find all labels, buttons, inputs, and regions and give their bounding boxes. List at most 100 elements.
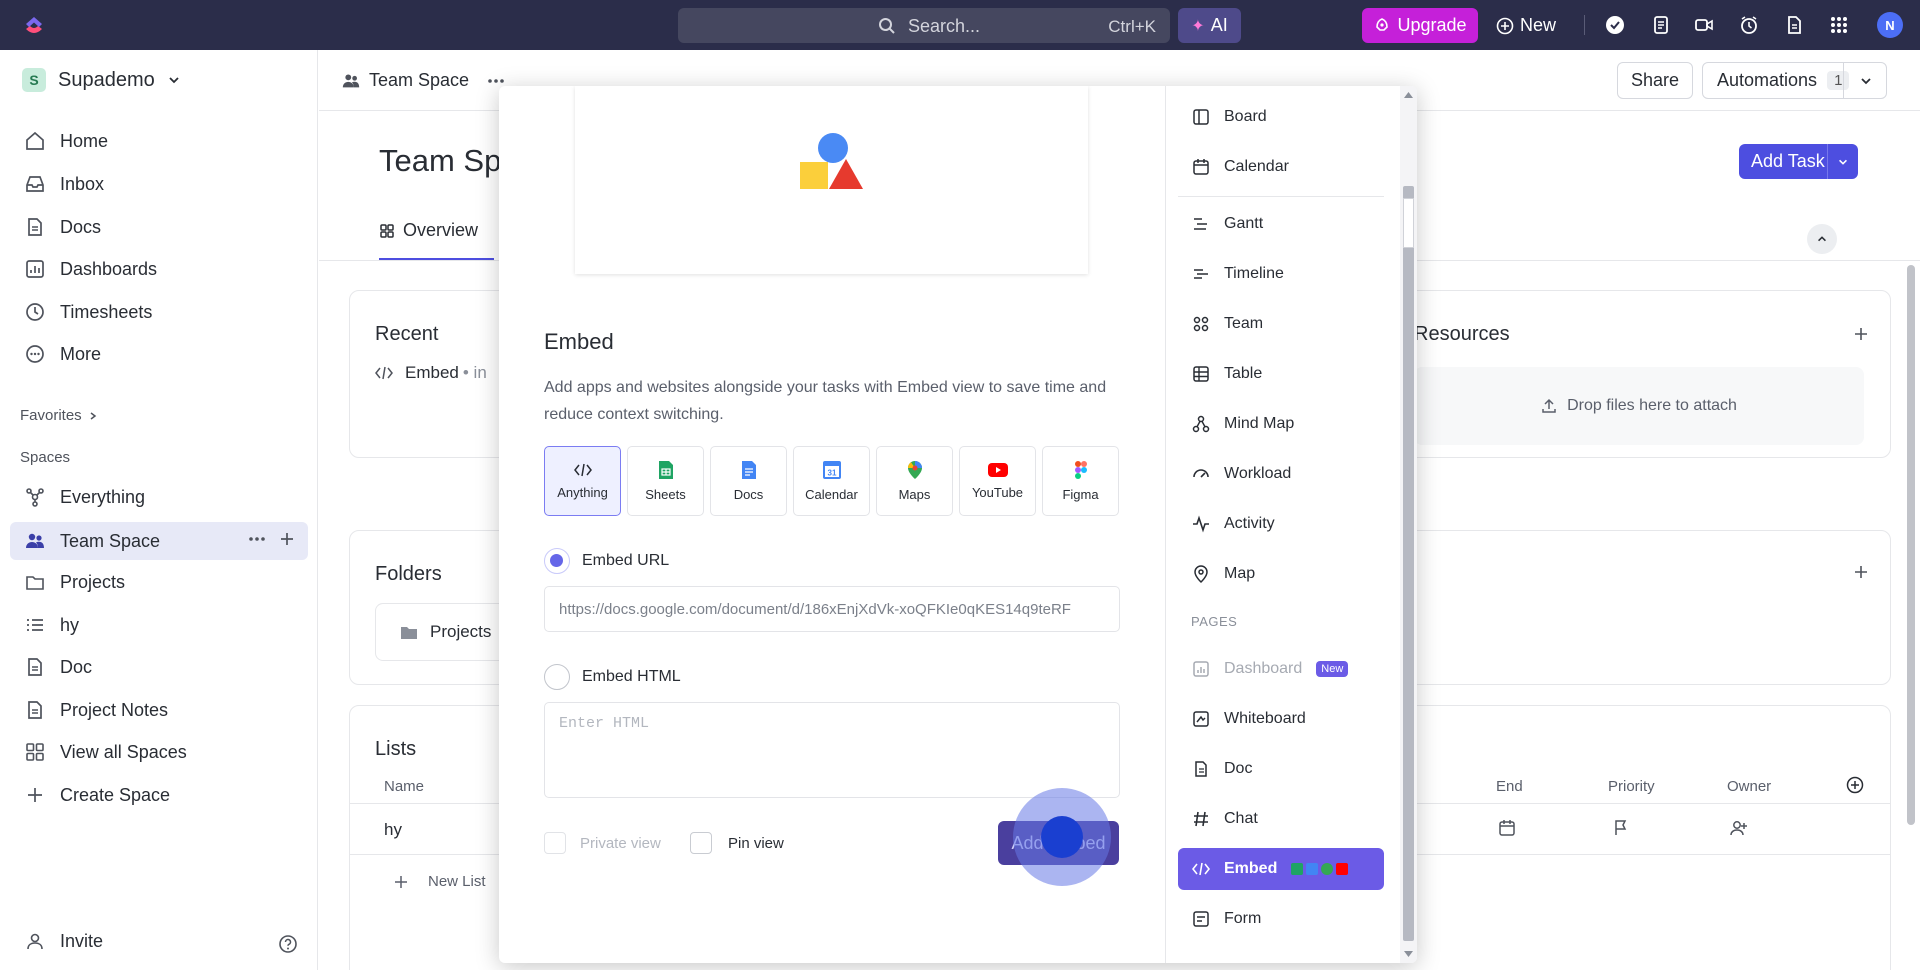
- gantt-icon: [1194, 218, 1207, 230]
- spaces-section: Spaces: [20, 449, 70, 466]
- chip-anything[interactable]: Anything: [544, 446, 621, 516]
- view-item-label: Gantt: [1224, 215, 1264, 232]
- chevron-down-icon[interactable]: [1859, 74, 1873, 88]
- add-icon[interactable]: [279, 531, 295, 547]
- embed-html-radio[interactable]: [544, 664, 570, 690]
- document-icon[interactable]: [1783, 14, 1805, 36]
- view-item-timeline[interactable]: Timeline: [1178, 253, 1384, 295]
- sidebar-item-team-space[interactable]: Team Space: [24, 524, 160, 558]
- sidebar-item-doc[interactable]: Doc: [24, 650, 92, 684]
- team-grid-icon: [1193, 316, 1209, 332]
- sidebar-item-create-space[interactable]: Create Space: [24, 778, 170, 812]
- pin-view-checkbox[interactable]: [690, 832, 712, 854]
- chip-maps[interactable]: Maps: [876, 446, 953, 516]
- view-item-mind-map[interactable]: Mind Map: [1178, 403, 1384, 445]
- invite-button[interactable]: Invite: [24, 930, 103, 952]
- ellipsis-icon[interactable]: [248, 536, 266, 542]
- chip-docs[interactable]: Docs: [710, 446, 787, 516]
- sidebar-item-docs[interactable]: Docs: [24, 210, 101, 244]
- favorites-section[interactable]: Favorites: [20, 407, 98, 424]
- sidebar-item-everything[interactable]: Everything: [24, 480, 145, 514]
- chip-figma[interactable]: Figma: [1042, 446, 1119, 516]
- embed-url-input[interactable]: [544, 586, 1120, 632]
- private-view-checkbox[interactable]: [544, 832, 566, 854]
- view-item-label: Mind Map: [1224, 415, 1295, 432]
- embed-url-radio[interactable]: [544, 548, 570, 574]
- search-bar[interactable]: Search... Ctrl+K: [678, 8, 1170, 43]
- embed-preview-card: [575, 86, 1088, 274]
- page-item-label: Doc: [1224, 760, 1253, 777]
- add-task-dropdown[interactable]: [1827, 144, 1858, 179]
- view-item-label: Workload: [1224, 465, 1292, 482]
- chip-youtube[interactable]: YouTube: [959, 446, 1036, 516]
- drop-zone[interactable]: Drop files here to attach: [1414, 367, 1864, 445]
- chip-sheets[interactable]: Sheets: [627, 446, 704, 516]
- calendar-icon[interactable]: [1498, 819, 1516, 837]
- view-item-gantt[interactable]: Gantt: [1178, 203, 1384, 245]
- automations-label: Automations: [1717, 70, 1818, 90]
- sidebar-item-view-all-spaces[interactable]: View all Spaces: [24, 735, 187, 769]
- add-task-button[interactable]: Add Task: [1739, 144, 1858, 179]
- help-icon[interactable]: [278, 934, 298, 954]
- view-item-table[interactable]: Table: [1178, 353, 1384, 395]
- add-user-icon[interactable]: [1729, 819, 1749, 837]
- modal-scroll-thumb[interactable]: [1403, 186, 1414, 941]
- sidebar-item-project-notes[interactable]: Project Notes: [24, 693, 168, 727]
- view-item-calendar[interactable]: Calendar: [1178, 146, 1384, 188]
- notepad-icon[interactable]: [1650, 14, 1672, 36]
- new-label: New: [1520, 15, 1557, 35]
- chip-label: Maps: [898, 486, 931, 502]
- upgrade-button[interactable]: Upgrade: [1362, 8, 1478, 43]
- scroll-down-icon[interactable]: [1404, 951, 1413, 957]
- page-item-dashboard[interactable]: Dashboard New: [1178, 648, 1384, 690]
- sidebar-item-home[interactable]: Home: [24, 124, 108, 158]
- page-scrollbar[interactable]: [1907, 265, 1915, 825]
- view-item-map[interactable]: Map: [1178, 553, 1384, 595]
- chip-calendar[interactable]: 31 Calendar: [793, 446, 870, 516]
- flag-icon[interactable]: [1612, 819, 1630, 837]
- page-item-whiteboard[interactable]: Whiteboard: [1178, 698, 1384, 740]
- modal-scroll-handle[interactable]: [1403, 198, 1414, 248]
- clickup-logo-icon[interactable]: [22, 13, 46, 37]
- view-item-board[interactable]: Board: [1178, 96, 1384, 138]
- collapse-button[interactable]: [1807, 224, 1837, 254]
- sidebar-item-inbox[interactable]: Inbox: [24, 167, 104, 201]
- embed-html-textarea[interactable]: [544, 702, 1120, 798]
- ai-button[interactable]: ✦ AI: [1178, 8, 1241, 43]
- apps-grid-icon[interactable]: [1828, 14, 1850, 36]
- user-avatar[interactable]: N: [1877, 12, 1903, 38]
- add-icon[interactable]: [1853, 564, 1869, 580]
- sidebar-item-projects[interactable]: Projects: [24, 565, 125, 599]
- automations-button[interactable]: Automations 1: [1702, 62, 1887, 99]
- scroll-up-icon[interactable]: [1404, 92, 1413, 98]
- tab-overview[interactable]: Overview: [379, 220, 478, 241]
- modal-scrollbar[interactable]: [1400, 86, 1417, 963]
- view-item-team[interactable]: Team: [1178, 303, 1384, 345]
- page-item-doc[interactable]: Doc: [1178, 748, 1384, 790]
- sidebar-item-dashboards[interactable]: Dashboards: [24, 252, 157, 286]
- video-icon[interactable]: [1693, 14, 1715, 36]
- sidebar-item-hy[interactable]: hy: [24, 608, 79, 642]
- sidebar-item-timesheets[interactable]: Timesheets: [24, 295, 152, 329]
- page-item-embed[interactable]: Embed: [1178, 848, 1384, 890]
- breadcrumb[interactable]: Team Space: [341, 70, 505, 91]
- add-resource-icon[interactable]: [1853, 326, 1869, 342]
- drop-zone-label: Drop files here to attach: [1567, 397, 1737, 414]
- share-button[interactable]: Share: [1617, 62, 1693, 99]
- new-list-button[interactable]: New List: [394, 873, 486, 890]
- view-item-activity[interactable]: Activity: [1178, 503, 1384, 545]
- workspace-switcher[interactable]: S Supademo: [22, 68, 181, 92]
- check-circle-icon[interactable]: [1604, 14, 1626, 36]
- ellipsis-icon[interactable]: [487, 78, 505, 84]
- sidebar-item-label: Inbox: [60, 173, 105, 194]
- page-item-form[interactable]: Form: [1178, 898, 1384, 940]
- add-column-icon[interactable]: [1846, 776, 1864, 794]
- alarm-clock-icon[interactable]: [1738, 14, 1760, 36]
- recent-item[interactable]: Embed • in: [375, 363, 487, 383]
- sidebar-item-more[interactable]: More: [24, 337, 101, 371]
- doc-icon: [1195, 761, 1207, 777]
- page-item-chat[interactable]: Chat: [1178, 798, 1384, 840]
- view-item-workload[interactable]: Workload: [1178, 453, 1384, 495]
- new-button[interactable]: New: [1496, 8, 1556, 43]
- folder-icon: [401, 627, 417, 639]
